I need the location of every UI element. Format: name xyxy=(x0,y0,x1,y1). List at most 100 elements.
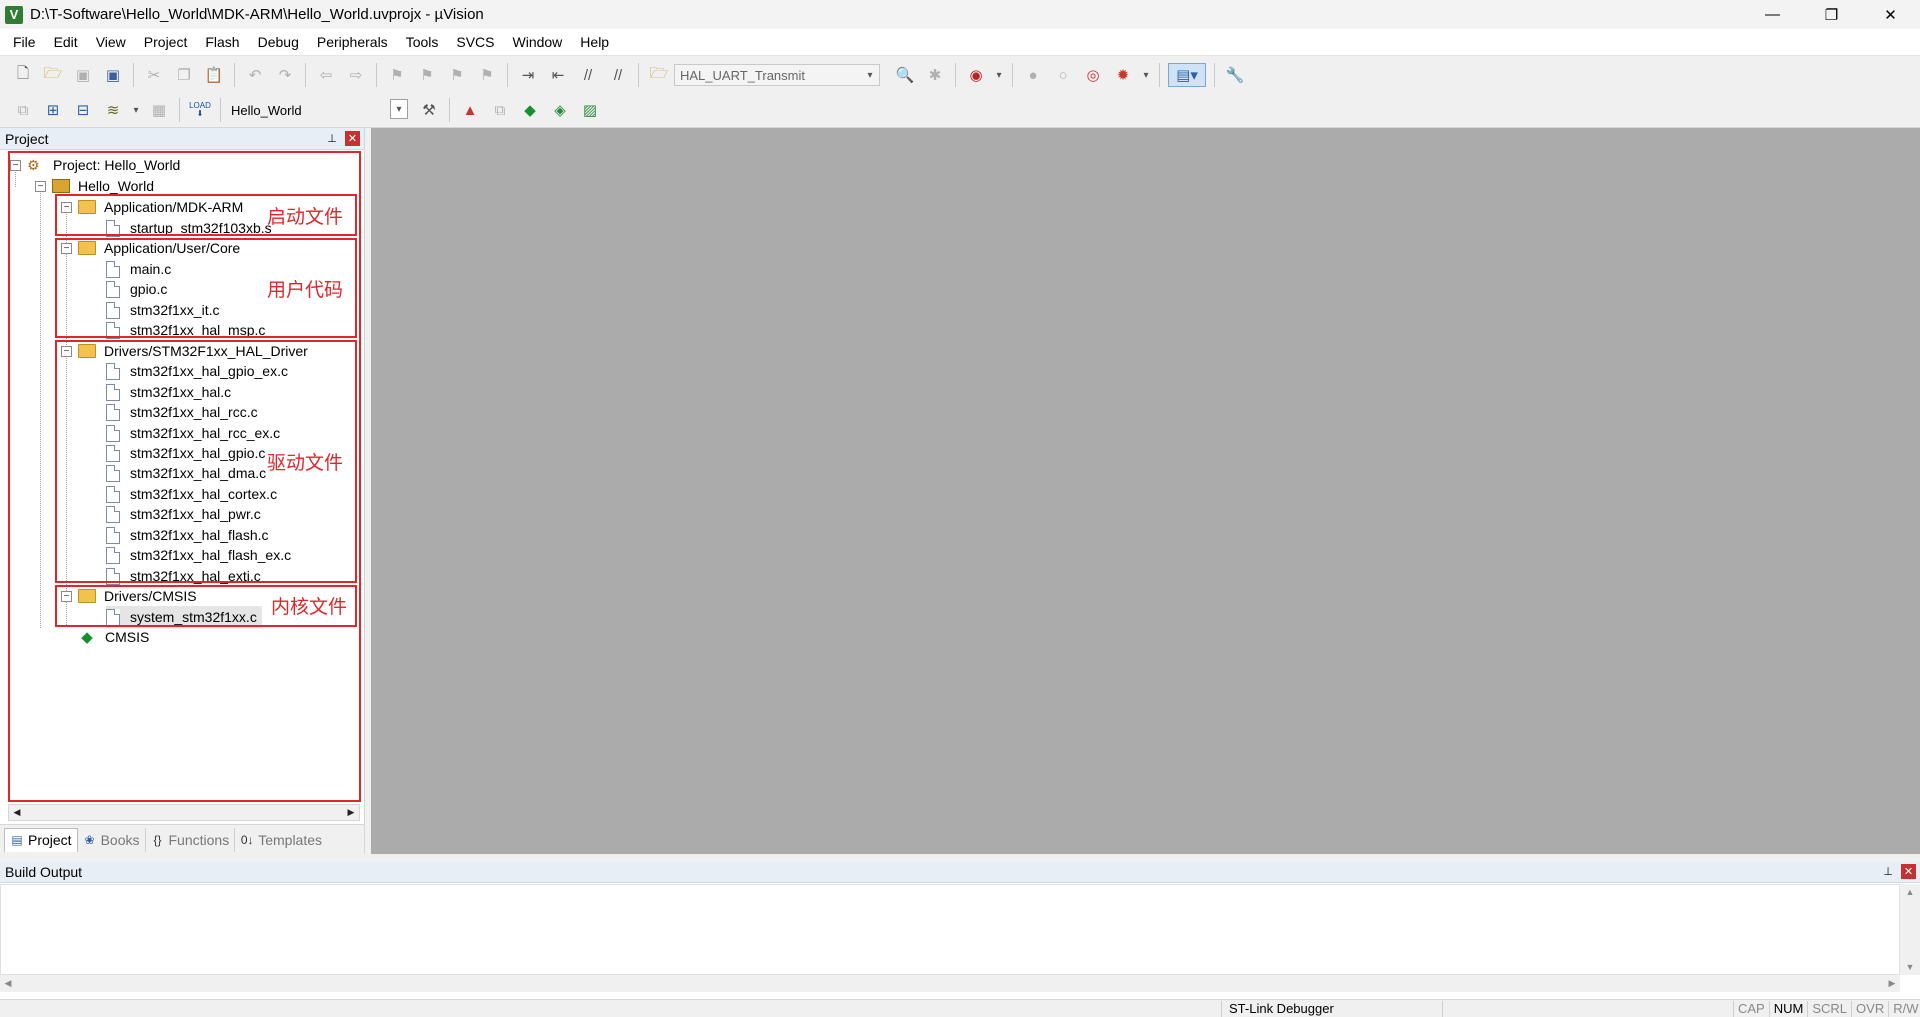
tab-books[interactable]: ❀ Books xyxy=(78,827,146,852)
rebuild-icon[interactable]: ⊟ xyxy=(71,98,95,122)
tree-file[interactable]: stm32f1xx_hal_flash_ex.c xyxy=(106,544,291,566)
indent-icon[interactable]: ⇥ xyxy=(516,63,540,87)
scroll-left-icon[interactable]: ◀ xyxy=(0,975,16,992)
navigate-forward-icon[interactable]: ⇨ xyxy=(344,63,368,87)
tree-file[interactable]: stm32f1xx_hal_exti.c xyxy=(106,565,261,587)
run-time-environment-icon[interactable]: ◆ xyxy=(518,98,542,122)
tab-project[interactable]: ▤ Project xyxy=(4,827,78,852)
incremental-find-icon[interactable]: ✱ xyxy=(923,63,947,87)
insert-breakpoint-icon[interactable]: ● xyxy=(1021,63,1045,87)
menu-debug[interactable]: Debug xyxy=(249,29,308,56)
pack-installer-icon[interactable]: ◈ xyxy=(548,98,572,122)
tree-file[interactable]: main.c xyxy=(106,258,171,280)
tree-file[interactable]: stm32f1xx_hal_dma.c xyxy=(106,462,266,484)
unindent-icon[interactable]: ⇤ xyxy=(546,63,570,87)
tree-file[interactable]: stm32f1xx_hal_gpio_ex.c xyxy=(106,360,288,382)
scroll-right-icon[interactable]: ▶ xyxy=(343,805,359,820)
tree-group-application-mdk-arm[interactable]: − Application/MDK-ARM xyxy=(61,196,243,218)
collapse-icon[interactable]: − xyxy=(61,345,72,357)
find-in-files-icon[interactable]: 🗁 xyxy=(647,63,671,87)
batch-build-icon[interactable]: ≋ xyxy=(101,98,125,122)
load-download-icon[interactable]: LOAD ⬇ xyxy=(188,98,212,122)
tree-group-drivers-hal[interactable]: − Drivers/STM32F1xx_HAL_Driver xyxy=(61,340,308,362)
project-horizontal-scrollbar[interactable]: ◀ ▶ xyxy=(8,804,360,821)
collapse-icon[interactable]: − xyxy=(61,590,72,602)
select-software-packs-icon[interactable]: ▨ xyxy=(578,98,602,122)
chevron-down-icon[interactable]: ▾ xyxy=(390,99,408,119)
tab-templates[interactable]: 0↓ Templates xyxy=(235,828,327,852)
tab-functions[interactable]: {} Functions xyxy=(146,827,236,852)
configure-icon[interactable]: 🔧 xyxy=(1223,63,1247,87)
clear-bookmarks-icon[interactable]: ⚑ xyxy=(475,63,499,87)
tree-group-drivers-cmsis[interactable]: − Drivers/CMSIS xyxy=(61,585,197,607)
scroll-up-icon[interactable]: ▲ xyxy=(1900,884,1920,900)
tree-file[interactable]: stm32f1xx_hal_rcc.c xyxy=(106,401,258,423)
new-file-icon[interactable]: 🗋 xyxy=(11,63,35,87)
tree-file[interactable]: stm32f1xx_hal_rcc_ex.c xyxy=(106,422,280,444)
menu-svcs[interactable]: SVCS xyxy=(447,29,503,56)
minimize-button[interactable]: — xyxy=(1743,0,1802,29)
debug-session-icon[interactable]: ◉ xyxy=(964,63,988,87)
collapse-icon[interactable]: − xyxy=(35,180,46,192)
menu-help[interactable]: Help xyxy=(571,29,618,56)
target-select[interactable]: Hello_World ▾ xyxy=(226,99,408,121)
build-vertical-scrollbar[interactable]: ▲ ▼ xyxy=(1900,884,1920,975)
tree-target[interactable]: − Hello_World xyxy=(35,175,154,197)
tree-file[interactable]: stm32f1xx_hal.c xyxy=(106,381,231,403)
tree-project-root[interactable]: − ⚙ Project: Hello_World xyxy=(10,154,180,176)
redo-icon[interactable]: ↷ xyxy=(273,63,297,87)
scroll-left-icon[interactable]: ◀ xyxy=(9,805,25,820)
disable-breakpoints-icon[interactable]: ◎ xyxy=(1081,63,1105,87)
menu-project[interactable]: Project xyxy=(135,29,197,56)
menu-tools[interactable]: Tools xyxy=(397,29,448,56)
close-button[interactable]: ✕ xyxy=(1861,0,1920,29)
cut-icon[interactable]: ✂ xyxy=(142,63,166,87)
tree-file[interactable]: gpio.c xyxy=(106,278,167,300)
function-search-combo[interactable]: HAL_UART_Transmit ▾ xyxy=(674,64,880,86)
copy-icon[interactable]: ❐ xyxy=(172,63,196,87)
close-icon[interactable]: ✕ xyxy=(1901,864,1916,879)
tree-cmsis-component[interactable]: ◆ CMSIS xyxy=(79,626,149,648)
stop-build-icon[interactable]: ▦ xyxy=(147,98,171,122)
build-output-text[interactable] xyxy=(0,884,1900,975)
scroll-right-icon[interactable]: ▶ xyxy=(1884,975,1900,992)
tree-file[interactable]: stm32f1xx_hal_msp.c xyxy=(106,319,265,341)
uncomment-icon[interactable]: // xyxy=(606,63,630,87)
close-icon[interactable]: ✕ xyxy=(345,131,360,146)
paste-icon[interactable]: 📋 xyxy=(202,63,226,87)
comment-icon[interactable]: // xyxy=(576,63,600,87)
collapse-icon[interactable]: − xyxy=(10,159,21,171)
menu-peripherals[interactable]: Peripherals xyxy=(308,29,397,56)
file-extensions-icon[interactable]: ▲ xyxy=(458,98,482,122)
menu-flash[interactable]: Flash xyxy=(196,29,248,56)
save-icon[interactable]: ▣ xyxy=(71,63,95,87)
tree-file[interactable]: stm32f1xx_it.c xyxy=(106,299,219,321)
tree-file[interactable]: stm32f1xx_hal_flash.c xyxy=(106,524,269,546)
chevron-down-icon[interactable]: ▾ xyxy=(994,63,1004,87)
tree-file[interactable]: startup_stm32f103xb.s xyxy=(106,217,272,239)
manage-multi-project-icon[interactable]: ⧉ xyxy=(488,98,512,122)
next-bookmark-icon[interactable]: ⚑ xyxy=(445,63,469,87)
chevron-down-icon[interactable]: ▾ xyxy=(861,65,879,85)
chevron-down-icon[interactable]: ▾ xyxy=(1141,63,1151,87)
chevron-down-icon[interactable]: ▾ xyxy=(131,98,141,122)
menu-view[interactable]: View xyxy=(87,29,135,56)
pin-icon[interactable]: ⊥ xyxy=(1881,864,1895,878)
tree-group-application-user-core[interactable]: − Application/User/Core xyxy=(61,237,240,259)
undo-icon[interactable]: ↶ xyxy=(243,63,267,87)
translate-icon[interactable]: ⧉ xyxy=(11,98,35,122)
enable-breakpoint-icon[interactable]: ○ xyxy=(1051,63,1075,87)
menu-file[interactable]: File xyxy=(4,29,45,56)
navigate-back-icon[interactable]: ⇦ xyxy=(314,63,338,87)
kill-breakpoints-icon[interactable]: ✹ xyxy=(1111,63,1135,87)
open-file-icon[interactable]: 🗁 xyxy=(41,63,65,87)
find-icon[interactable]: 🔍 xyxy=(893,63,917,87)
scroll-down-icon[interactable]: ▼ xyxy=(1900,959,1920,975)
collapse-icon[interactable]: − xyxy=(61,201,72,213)
target-options-icon[interactable]: ⚒ xyxy=(417,98,441,122)
build-icon[interactable]: ⊞ xyxy=(41,98,65,122)
menu-window[interactable]: Window xyxy=(504,29,572,56)
build-horizontal-scrollbar[interactable]: ◀ ▶ xyxy=(0,975,1900,992)
tree-file-selected[interactable]: system_stm32f1xx.c xyxy=(106,606,262,628)
prev-bookmark-icon[interactable]: ⚑ xyxy=(415,63,439,87)
